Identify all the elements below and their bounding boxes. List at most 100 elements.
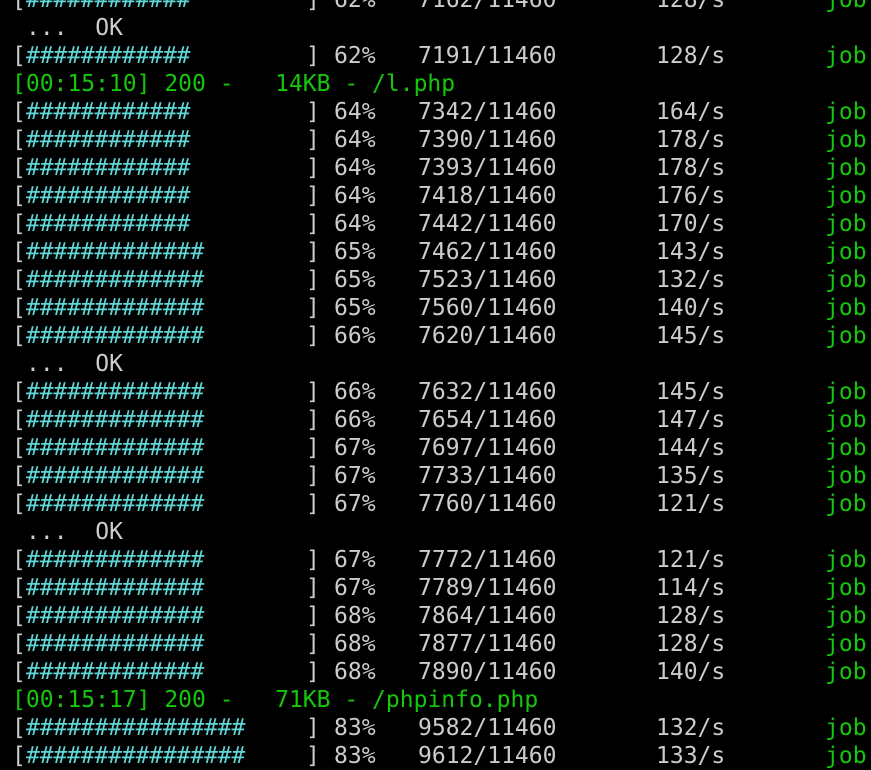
progress-bar: ############# (26, 407, 205, 433)
ok-status-text: ... OK (26, 519, 123, 545)
progress-bar: ############# (26, 631, 205, 657)
progress-bracket-close: ] (306, 43, 320, 69)
progress-count: 7560/11460 (418, 295, 557, 321)
progress-bracket-open: [ (12, 295, 26, 321)
progress-percent: 62% (334, 0, 376, 13)
progress-bracket-close: ] (306, 631, 320, 657)
progress-rate: 121/s (656, 547, 726, 573)
progress-bracket-close: ] (306, 603, 320, 629)
progress-percent: 67% (334, 463, 376, 489)
progress-job-label: job (825, 407, 867, 433)
progress-percent: 67% (334, 575, 376, 601)
progress-percent: 64% (334, 155, 376, 181)
progress-line: [############] 64% 7442/11460 170/s job (0, 210, 871, 238)
progress-bar: ############# (26, 435, 205, 461)
progress-count: 7864/11460 (418, 603, 557, 629)
progress-percent: 67% (334, 435, 376, 461)
progress-job-label: job (825, 295, 867, 321)
progress-job-label: job (825, 631, 867, 657)
progress-bracket-open: [ (12, 631, 26, 657)
ok-status-text: ... OK (26, 15, 123, 41)
progress-line: [################] 83% 9612/11460 133/s job (0, 742, 871, 770)
progress-bar: ############ (26, 155, 191, 181)
progress-line: [############] 64% 7342/11460 164/s job (0, 98, 871, 126)
progress-job-label: job (825, 575, 867, 601)
progress-bracket-open: [ (12, 323, 26, 349)
progress-line: [#############] 67% 7697/11460 144/s job (0, 434, 871, 462)
progress-percent: 65% (334, 295, 376, 321)
progress-rate: 145/s (656, 379, 726, 405)
progress-bracket-close: ] (306, 211, 320, 237)
progress-job-label: job (825, 379, 867, 405)
progress-percent: 66% (334, 407, 376, 433)
progress-job-label: job (825, 0, 867, 13)
progress-count: 7393/11460 (418, 155, 557, 181)
progress-rate: 128/s (656, 43, 726, 69)
progress-bracket-close: ] (306, 239, 320, 265)
progress-bracket-open: [ (12, 155, 26, 181)
progress-bar: ############ (26, 183, 191, 209)
progress-percent: 67% (334, 547, 376, 573)
progress-bracket-open: [ (12, 127, 26, 153)
progress-count: 7733/11460 (418, 463, 557, 489)
progress-count: 7390/11460 (418, 127, 557, 153)
progress-bar: ############# (26, 575, 205, 601)
progress-bar: ############# (26, 295, 205, 321)
progress-job-label: job (825, 155, 867, 181)
progress-percent: 68% (334, 659, 376, 685)
ok-status-line: ... OK (0, 14, 871, 42)
progress-percent: 67% (334, 491, 376, 517)
progress-bar: ############# (26, 267, 205, 293)
progress-rate: 128/s (656, 603, 726, 629)
progress-bracket-open: [ (12, 715, 26, 741)
progress-percent: 64% (334, 183, 376, 209)
progress-count: 7442/11460 (418, 211, 557, 237)
progress-job-label: job (825, 323, 867, 349)
progress-percent: 65% (334, 267, 376, 293)
progress-bar: ############# (26, 603, 205, 629)
progress-rate: 132/s (656, 715, 726, 741)
progress-bracket-close: ] (306, 267, 320, 293)
progress-bracket-close: ] (306, 547, 320, 573)
progress-job-label: job (825, 267, 867, 293)
progress-line: [############] 64% 7393/11460 178/s job (0, 154, 871, 182)
progress-job-label: job (825, 603, 867, 629)
progress-bracket-open: [ (12, 491, 26, 517)
progress-line: [#############] 68% 7864/11460 128/s job (0, 602, 871, 630)
progress-line: [#############] 68% 7890/11460 140/s job (0, 658, 871, 686)
progress-line: [#############] 68% 7877/11460 128/s job (0, 630, 871, 658)
progress-count: 7620/11460 (418, 323, 557, 349)
progress-bar: ################ (26, 715, 246, 741)
progress-percent: 68% (334, 631, 376, 657)
found-result-text: [00:15:10] 200 - 14KB - /l.php (12, 71, 456, 97)
progress-percent: 64% (334, 211, 376, 237)
progress-job-label: job (825, 743, 867, 769)
progress-rate: 170/s (656, 211, 726, 237)
progress-bracket-open: [ (12, 211, 26, 237)
progress-rate: 128/s (656, 631, 726, 657)
progress-job-label: job (825, 43, 867, 69)
progress-rate: 121/s (656, 491, 726, 517)
progress-line: [############] 64% 7418/11460 176/s job (0, 182, 871, 210)
progress-bar: ############# (26, 547, 205, 573)
progress-count: 7772/11460 (418, 547, 557, 573)
ok-status-line: ... OK (0, 350, 871, 378)
progress-percent: 64% (334, 127, 376, 153)
progress-job-label: job (825, 127, 867, 153)
progress-count: 7523/11460 (418, 267, 557, 293)
progress-rate: 143/s (656, 239, 726, 265)
progress-rate: 176/s (656, 183, 726, 209)
progress-bracket-open: [ (12, 239, 26, 265)
progress-bracket-open: [ (12, 379, 26, 405)
progress-rate: 147/s (656, 407, 726, 433)
progress-bracket-close: ] (306, 323, 320, 349)
progress-count: 9582/11460 (418, 715, 557, 741)
progress-bracket-close: ] (306, 435, 320, 461)
progress-bracket-close: ] (306, 0, 320, 13)
progress-count: 7632/11460 (418, 379, 557, 405)
progress-bracket-open: [ (12, 743, 26, 769)
found-result-line: [00:15:10] 200 - 14KB - /l.php (0, 70, 871, 98)
progress-bar: ############ (26, 127, 191, 153)
progress-rate: 178/s (656, 127, 726, 153)
progress-count: 7789/11460 (418, 575, 557, 601)
